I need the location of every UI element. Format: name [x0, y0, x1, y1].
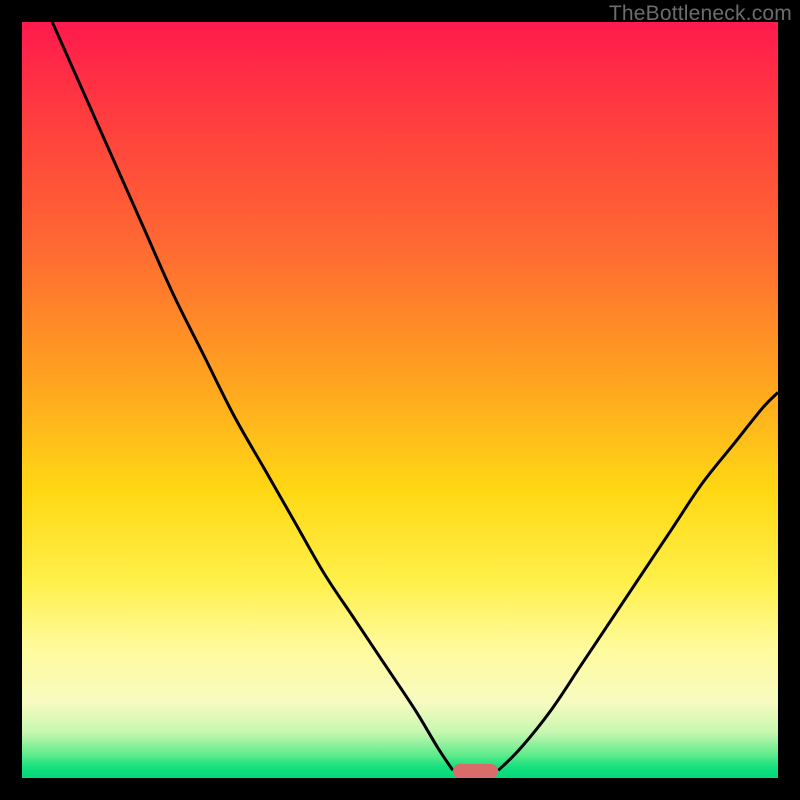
bottleneck-curve: [22, 22, 778, 778]
curve-left-branch: [52, 22, 453, 770]
optimal-range-marker: [453, 764, 498, 778]
plot-area: [22, 22, 778, 778]
curve-right-branch: [498, 392, 778, 770]
chart-frame: TheBottleneck.com: [0, 0, 800, 800]
